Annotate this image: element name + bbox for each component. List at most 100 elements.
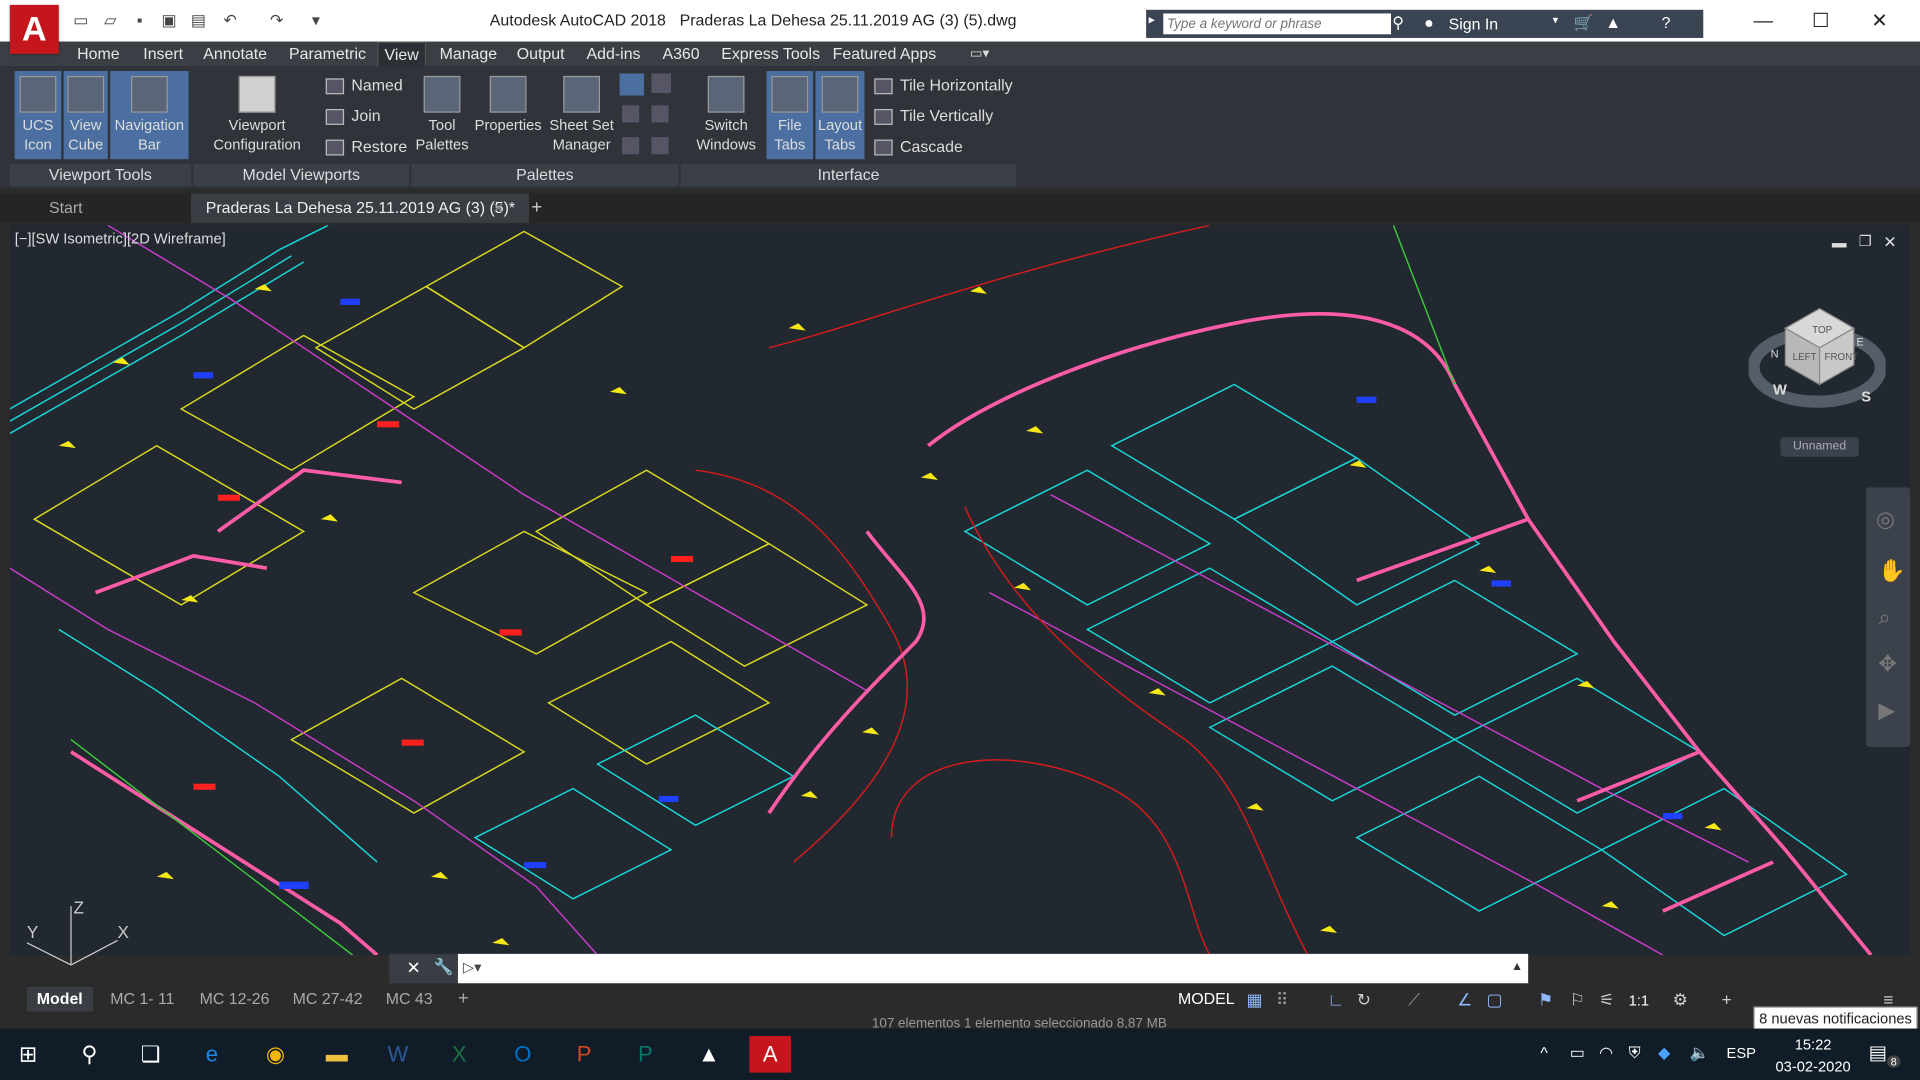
tab-start[interactable]: Start <box>34 193 193 222</box>
close-tab-icon[interactable]: ✕ <box>492 200 504 217</box>
panel-title[interactable]: Viewport Tools <box>9 164 192 187</box>
tab-home[interactable]: Home <box>71 42 126 66</box>
wifi-icon[interactable]: ◠ <box>1599 1043 1613 1063</box>
osnap-tracking-icon[interactable]: ∠ <box>1457 989 1472 1010</box>
user-icon[interactable]: ● <box>1424 13 1434 31</box>
workspace-gear-icon[interactable]: ⚙ <box>1673 989 1688 1010</box>
viewport-restore-icon[interactable]: ❐ <box>1859 233 1872 250</box>
annotation-visibility-icon[interactable]: ⚑ <box>1538 989 1553 1010</box>
palette-icon-1[interactable] <box>619 73 645 96</box>
new-tab-button[interactable]: + <box>531 197 542 218</box>
palette-icon-4[interactable] <box>651 105 669 123</box>
outlook-icon[interactable]: O <box>502 1036 544 1073</box>
showmotion-icon[interactable]: ▶ <box>1878 698 1895 724</box>
sign-in-button[interactable]: Sign In <box>1449 15 1499 33</box>
redo-icon[interactable]: ↷ <box>267 11 287 31</box>
tab-manage[interactable]: Manage <box>433 42 503 66</box>
file-explorer-icon[interactable]: ▬ <box>316 1036 358 1073</box>
print-icon[interactable]: ▤ <box>189 11 209 31</box>
tab-drawing[interactable]: Praderas La Dehesa 25.11.2019 AG (3) (5)… <box>191 193 529 223</box>
tool-palettes-button[interactable]: Tool Palettes <box>414 71 470 159</box>
binoculars-icon[interactable]: ⚲ <box>1392 13 1404 33</box>
compass-n-label[interactable]: N <box>1771 349 1779 361</box>
powerpoint-icon[interactable]: P <box>563 1036 605 1073</box>
auto-scale-icon[interactable]: ⚐ <box>1570 989 1585 1010</box>
tile-horizontally-button[interactable]: Tile Horizontally <box>874 76 1013 95</box>
ribbon-toggle-icon[interactable]: ▭▾ <box>970 45 989 62</box>
file-tabs-button[interactable]: File Tabs <box>766 71 814 160</box>
snap-icon[interactable]: ⠿ <box>1276 989 1289 1010</box>
ucs-icon-button[interactable]: UCS Icon <box>14 71 62 160</box>
restore-button[interactable]: Restore <box>325 137 407 156</box>
excel-icon[interactable]: X <box>438 1036 480 1073</box>
view-cube-button[interactable]: View Cube <box>63 71 108 160</box>
language-indicator[interactable]: ESP <box>1727 1044 1756 1061</box>
volume-icon[interactable]: 🔈 <box>1690 1043 1710 1063</box>
close-command-icon[interactable]: ✕ <box>407 958 421 979</box>
grid-icon[interactable]: ▦ <box>1247 989 1263 1010</box>
cad-drawing[interactable] <box>9 225 1910 956</box>
new-icon[interactable]: ▭ <box>71 11 91 31</box>
tile-vertically-button[interactable]: Tile Vertically <box>874 107 993 125</box>
panel-title[interactable]: Palettes <box>411 164 679 187</box>
tray-chevron-icon[interactable]: ^ <box>1540 1043 1547 1061</box>
battery-icon[interactable]: ▭ <box>1570 1043 1585 1063</box>
command-input[interactable] <box>487 957 1509 983</box>
save-icon[interactable]: ▪ <box>130 11 150 31</box>
tab-express-tools[interactable]: Express Tools <box>715 42 826 66</box>
annotation-scale-icon[interactable]: ⚟ <box>1599 989 1614 1010</box>
tab-layout[interactable]: MC 43 <box>376 987 442 1011</box>
navigation-bar-button[interactable]: Navigation Bar <box>110 71 189 160</box>
switch-windows-button[interactable]: Switch Windows <box>688 71 764 159</box>
maximize-button[interactable]: ☐ <box>1796 7 1845 36</box>
photos-icon[interactable]: ▲ <box>688 1036 730 1073</box>
search-icon[interactable]: ⚲ <box>69 1036 111 1073</box>
tab-featured-apps[interactable]: Featured Apps <box>827 42 943 66</box>
autocad-taskbar-icon[interactable]: A <box>749 1035 792 1073</box>
a360-icon[interactable]: ▲ <box>1605 13 1621 31</box>
palette-icon-5[interactable] <box>622 137 640 155</box>
compass-w-label[interactable]: W <box>1773 382 1787 398</box>
search-input[interactable] <box>1163 13 1392 35</box>
navigation-bar[interactable]: ◎ ✋ ⌕ ✥ ▶ <box>1866 487 1911 747</box>
compass-e-label[interactable]: E <box>1856 336 1863 348</box>
open-icon[interactable]: ▱ <box>100 11 120 31</box>
expand-icon[interactable]: ▸ <box>1149 13 1155 26</box>
tab-output[interactable]: Output <box>511 42 571 66</box>
tab-layout[interactable]: MC 1- 11 <box>100 987 184 1011</box>
viewport-controls-label[interactable]: [−][SW Isometric][2D Wireframe] <box>15 230 226 247</box>
ortho-icon[interactable]: ∟ <box>1327 989 1344 1009</box>
tab-add-ins[interactable]: Add-ins <box>580 42 646 66</box>
panel-title[interactable]: Interface <box>680 164 1017 187</box>
task-view-icon[interactable]: ❏ <box>130 1036 172 1073</box>
sheet-set-manager-button[interactable]: Sheet Set Manager <box>546 71 617 159</box>
palette-icon-6[interactable] <box>651 137 669 155</box>
notification-balloon[interactable]: 8 nuevas notificaciones <box>1753 1006 1918 1032</box>
tab-layout[interactable]: MC 12-26 <box>190 987 279 1011</box>
save-as-icon[interactable]: ▣ <box>159 11 179 31</box>
project-icon[interactable]: P <box>624 1036 666 1073</box>
sign-in-dropdown-icon[interactable]: ▾ <box>1553 13 1559 26</box>
layout-tabs-button[interactable]: Layout Tabs <box>815 71 865 160</box>
tab-a360[interactable]: A360 <box>656 42 705 66</box>
command-prompt-icon[interactable]: ▷▾ <box>463 959 482 976</box>
palette-icon-2[interactable] <box>651 73 672 94</box>
viewport-configuration-button[interactable]: Viewport Configuration <box>206 71 309 159</box>
view-cube[interactable]: TOP LEFT FRONT W S N E <box>1748 296 1886 418</box>
autocad-logo-button[interactable]: A <box>9 4 59 54</box>
model-space-button[interactable]: MODEL <box>1178 989 1235 1007</box>
shield-icon[interactable]: ⛨ <box>1629 1043 1641 1063</box>
annotation-monitor-icon[interactable]: + <box>1722 989 1732 1009</box>
named-button[interactable]: Named <box>325 76 403 95</box>
minimize-button[interactable]: — <box>1739 7 1788 36</box>
action-center-icon[interactable]: ▤ <box>1869 1041 1888 1065</box>
object-snap-icon[interactable]: ▢ <box>1487 989 1503 1010</box>
command-history-icon[interactable]: ▲ <box>1511 960 1523 973</box>
scale-dropdown[interactable]: 1:1 <box>1629 992 1649 1009</box>
viewport-close-icon[interactable]: ✕ <box>1883 233 1896 253</box>
close-button[interactable]: ✕ <box>1855 7 1904 36</box>
properties-button[interactable]: Properties <box>473 71 544 159</box>
polar-icon[interactable]: ↻ <box>1357 989 1371 1010</box>
steering-wheel-icon[interactable]: ◎ <box>1876 507 1895 533</box>
add-layout-button[interactable]: + <box>448 987 478 1011</box>
